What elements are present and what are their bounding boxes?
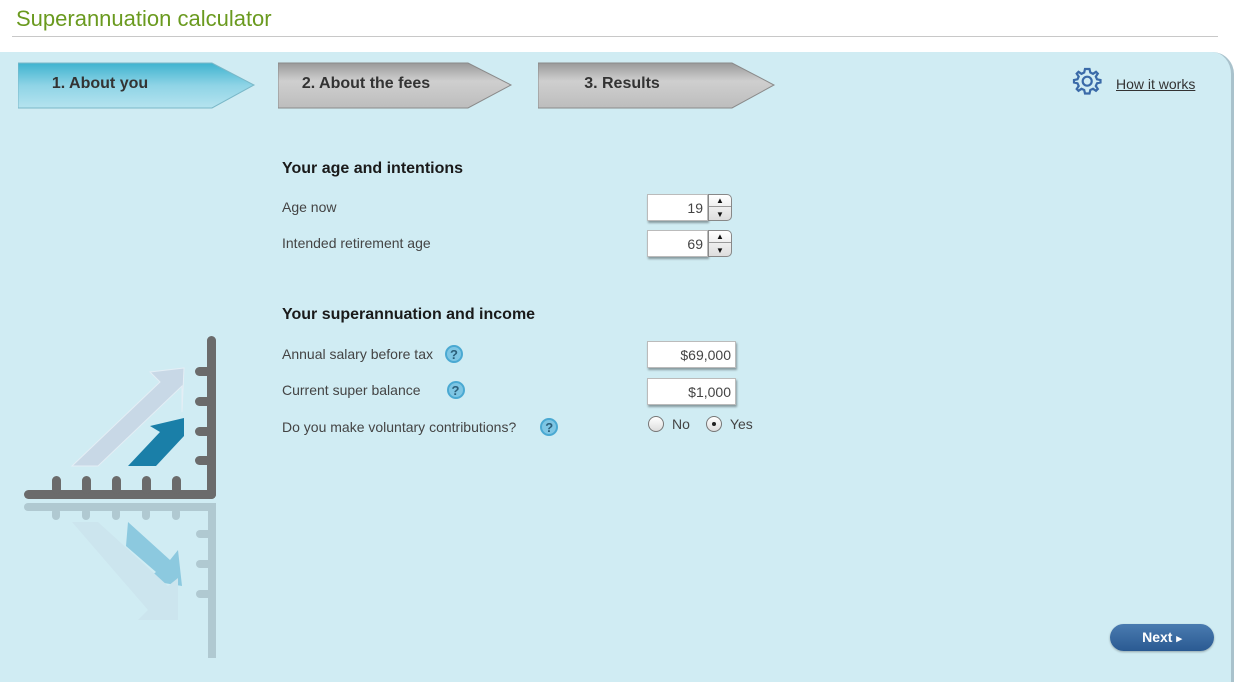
increment-icon[interactable]: ▲ [709,195,731,207]
tab-label: 2. About the fees [301,75,431,92]
decrement-icon[interactable]: ▼ [709,208,731,220]
help-icon[interactable]: ? [444,345,463,363]
chevron-right-icon: ▸ [1176,633,1182,645]
next-button[interactable]: Next ▸ [1110,624,1214,651]
section-heading-age: Your age and intentions [282,160,464,177]
chart-axes [24,336,216,499]
voluntary-label: Do you make voluntary contributions? ? [282,418,559,436]
retirement-age-stepper[interactable]: ▲ ▼ [708,230,732,257]
next-label: Next [1142,629,1173,645]
tab-about-you[interactable]: 1. About you [18,62,258,109]
retirement-age-label: Intended retirement age [282,235,431,251]
radio-selected-dot [711,422,716,426]
tab-label: 1. About you [51,75,149,92]
voluntary-label-text: Do you make voluntary contributions? [282,419,517,435]
decrement-icon[interactable]: ▼ [709,244,731,256]
help-icon[interactable]: ? [540,418,559,436]
tab-about-the-fees[interactable]: 2. About the fees [278,62,518,109]
tab-label: 3. Results [584,75,660,92]
age-now-label: Age now [282,199,337,215]
salary-input[interactable]: $69,000 [647,341,736,368]
title-divider [12,36,1218,37]
how-it-works-link[interactable]: How it works [1116,76,1195,92]
balance-input[interactable]: $1,000 [647,378,736,405]
radio-no-label[interactable]: No [672,416,690,432]
balance-label-text: Current super balance [282,382,421,398]
tab-results[interactable]: 3. Results [538,62,778,109]
page-title: Superannuation calculator [16,6,272,31]
growth-chart-illustration [20,330,240,665]
age-now-input[interactable]: 19 [647,194,708,221]
how-it-works[interactable]: How it works [1072,66,1195,101]
voluntary-contributions-radio-group: No Yes [648,416,753,432]
radio-yes[interactable] [705,416,722,432]
section-heading-income: Your superannuation and income [282,306,536,323]
radio-yes-label[interactable]: Yes [730,416,753,432]
balance-label: Current super balance ? [282,381,465,399]
help-icon[interactable]: ? [446,381,465,399]
gear-icon [1072,66,1102,101]
radio-no[interactable] [648,416,664,432]
retirement-age-input[interactable]: 69 [647,230,708,257]
increment-icon[interactable]: ▲ [709,231,731,243]
salary-label-text: Annual salary before tax [282,346,433,362]
age-now-stepper[interactable]: ▲ ▼ [708,194,732,221]
salary-label: Annual salary before tax ? [282,345,463,363]
